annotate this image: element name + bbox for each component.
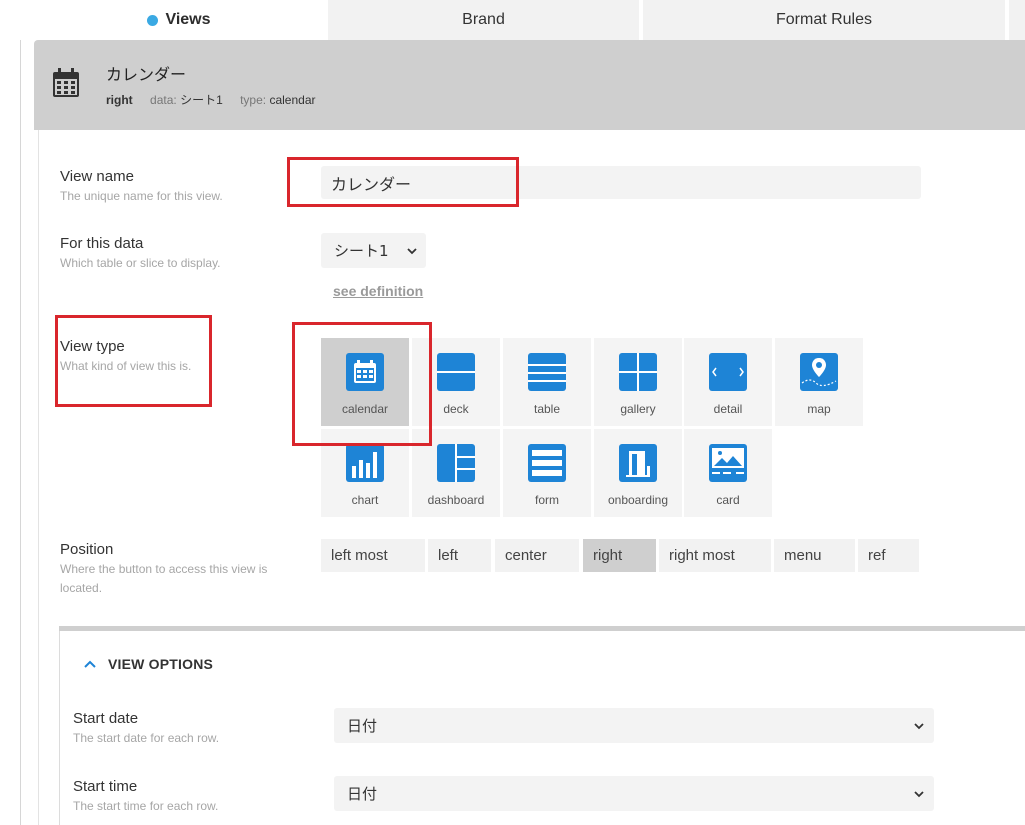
position-left[interactable]: left <box>428 539 491 572</box>
start-time-label: Start time <box>73 778 138 795</box>
position-ref[interactable]: ref <box>858 539 919 572</box>
view-header[interactable]: カレンダー right data: シート1 type: calendar <box>34 40 1025 130</box>
for-data-label: For this data <box>60 235 144 252</box>
calendar-icon <box>53 68 79 97</box>
calendar-icon <box>346 353 384 391</box>
view-type-deck[interactable]: deck <box>412 338 500 426</box>
chevron-down-icon <box>407 248 417 255</box>
tab-label: Brand <box>462 11 505 28</box>
view-name-help: The unique name for this view. <box>60 189 223 203</box>
table-icon <box>528 353 566 391</box>
view-type-map[interactable]: map <box>775 338 863 426</box>
data-select-value: シート1 <box>334 242 389 260</box>
view-type-help: What kind of view this is. <box>60 359 192 373</box>
position-label: Position <box>60 541 114 558</box>
view-type-label: onboarding <box>607 493 669 507</box>
view-type-label: map <box>807 402 831 416</box>
view-type-label: View type <box>60 338 125 355</box>
map-icon <box>800 353 838 391</box>
view-type-label: detail <box>713 402 743 416</box>
view-type-label: gallery <box>620 402 656 416</box>
for-data-help: Which table or slice to display. <box>60 256 221 270</box>
view-type-label: form <box>535 493 559 507</box>
chevron-up-icon[interactable] <box>84 659 96 669</box>
left-divider <box>20 40 21 825</box>
start-date-value: 日付 <box>347 717 378 735</box>
chart-icon <box>346 444 384 482</box>
tab-more[interactable] <box>1007 0 1025 40</box>
view-type-label: calendar <box>341 402 389 416</box>
view-title: カレンダー <box>106 65 187 84</box>
view-options-title[interactable]: VIEW OPTIONS <box>108 656 213 672</box>
detail-icon <box>709 353 747 391</box>
tab-format-rules[interactable]: Format Rules <box>641 0 1005 40</box>
form-icon <box>528 444 566 482</box>
start-date-help: The start date for each row. <box>73 731 220 745</box>
view-type-label: deck <box>443 402 469 416</box>
view-type-label: table <box>533 402 561 416</box>
tab-label: Format Rules <box>775 11 873 28</box>
start-date-label: Start date <box>73 710 139 727</box>
view-type-detail[interactable]: detail <box>684 338 772 426</box>
view-name-label: View name <box>60 168 134 185</box>
view-type-form[interactable]: form <box>503 429 591 517</box>
dashboard-icon <box>437 444 475 482</box>
data-value: シート1 <box>180 93 223 107</box>
tab-views[interactable]: Views <box>34 0 324 40</box>
start-time-value: 日付 <box>347 785 378 803</box>
active-dot-icon <box>147 14 159 26</box>
deck-icon <box>437 353 475 391</box>
view-type-dashboard[interactable]: dashboard <box>412 429 500 517</box>
view-position: right <box>106 93 133 107</box>
view-type-calendar[interactable]: calendar <box>321 338 409 426</box>
card-icon <box>709 444 747 482</box>
view-type-card[interactable]: card <box>684 429 772 517</box>
view-type-table[interactable]: table <box>503 338 591 426</box>
position-menu[interactable]: menu <box>774 539 855 572</box>
view-type-onboarding[interactable]: onboarding <box>594 429 682 517</box>
position-center[interactable]: center <box>495 539 579 572</box>
view-type-label: dashboard <box>427 493 485 507</box>
view-name-input[interactable]: カレンダー <box>321 166 921 199</box>
start-date-select[interactable]: 日付 <box>334 708 934 743</box>
view-meta: right data: シート1 type: calendar <box>106 91 329 108</box>
data-key: data: <box>150 93 177 107</box>
data-select[interactable]: シート1 <box>321 233 426 268</box>
chevron-down-icon <box>914 791 924 798</box>
view-type-gallery[interactable]: gallery <box>594 338 682 426</box>
gallery-icon <box>619 353 657 391</box>
view-type-label: card <box>716 493 740 507</box>
start-time-help: The start time for each row. <box>73 799 219 813</box>
position-help: Where the button to access this view is … <box>60 562 268 595</box>
position-left-most[interactable]: left most <box>321 539 425 572</box>
tab-brand[interactable]: Brand <box>326 0 639 40</box>
view-type-label: chart <box>351 493 379 507</box>
type-value: calendar <box>269 93 316 107</box>
view-type-chart[interactable]: chart <box>321 429 409 517</box>
start-time-select[interactable]: 日付 <box>334 776 934 811</box>
onboarding-icon <box>619 444 657 482</box>
tab-bar: Views Brand Format Rules <box>0 0 1025 40</box>
see-definition-link[interactable]: see definition <box>333 283 423 299</box>
tab-label: Views <box>165 11 211 28</box>
chevron-down-icon <box>914 723 924 730</box>
position-right-most[interactable]: right most <box>659 539 771 572</box>
type-key: type: <box>240 93 267 107</box>
position-right[interactable]: right <box>583 539 656 572</box>
